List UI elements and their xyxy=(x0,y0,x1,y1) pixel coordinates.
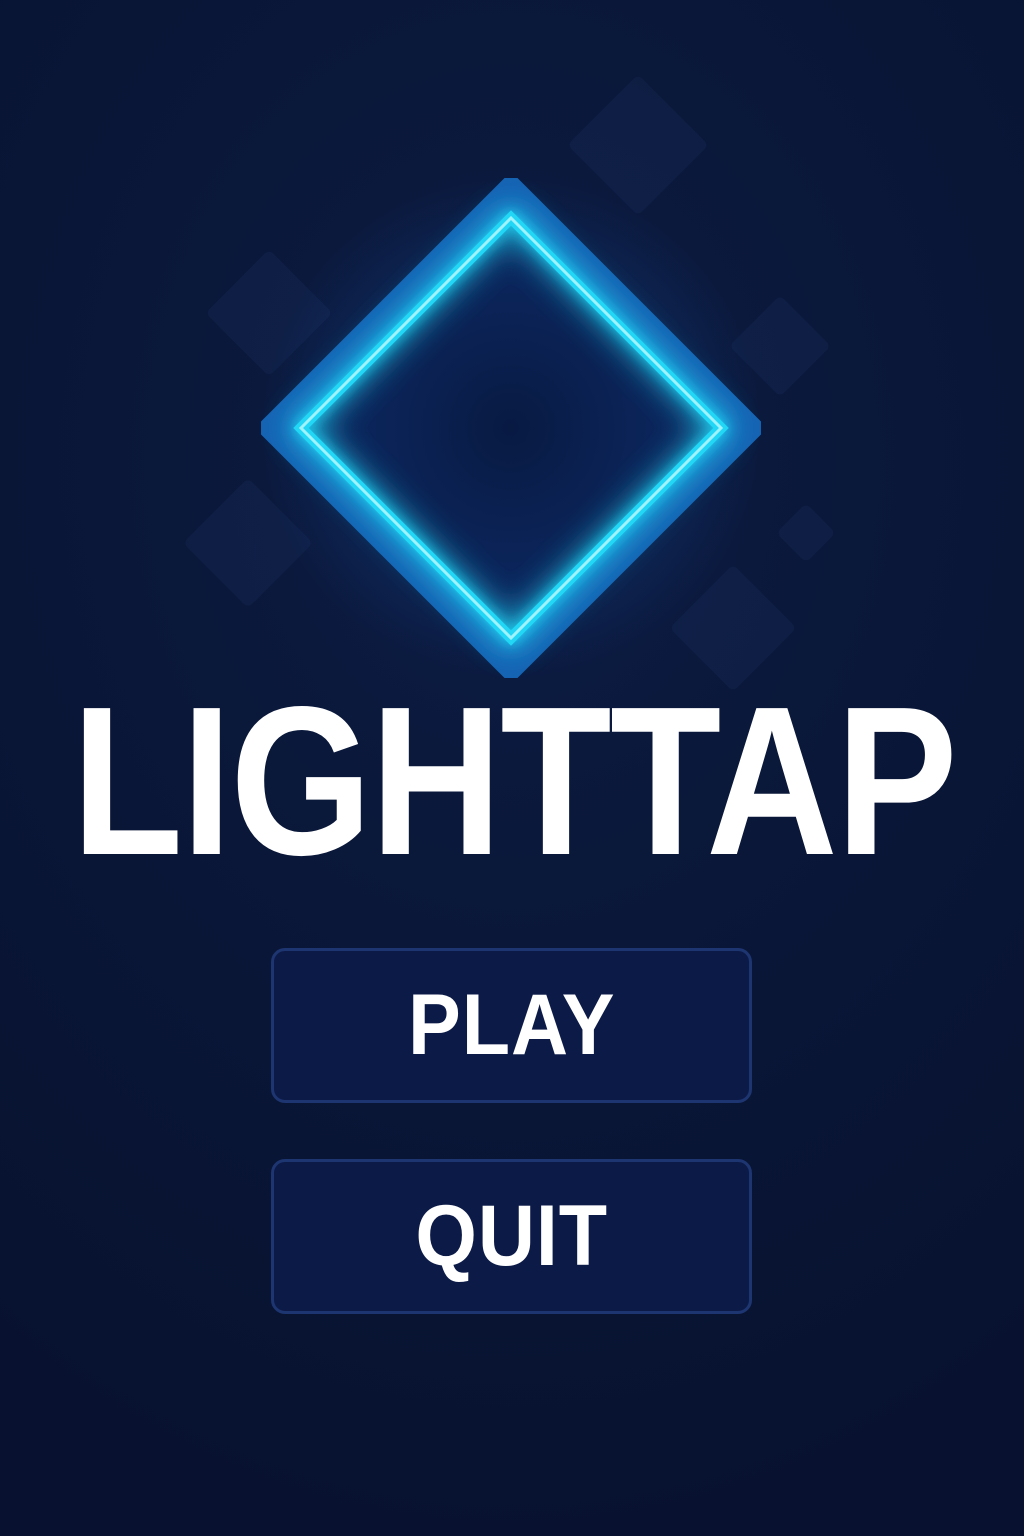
quit-button[interactable]: QUIT xyxy=(271,1159,752,1314)
quit-button-label: QUIT xyxy=(415,1188,608,1284)
diamond-logo-icon xyxy=(261,178,761,678)
game-title: LIGHTTAP xyxy=(71,662,958,899)
play-button[interactable]: PLAY xyxy=(271,948,752,1103)
play-button-label: PLAY xyxy=(407,977,616,1073)
main-menu-screen: LIGHTTAP PLAY QUIT xyxy=(0,0,1024,1536)
background-diamond-5 xyxy=(776,503,836,563)
